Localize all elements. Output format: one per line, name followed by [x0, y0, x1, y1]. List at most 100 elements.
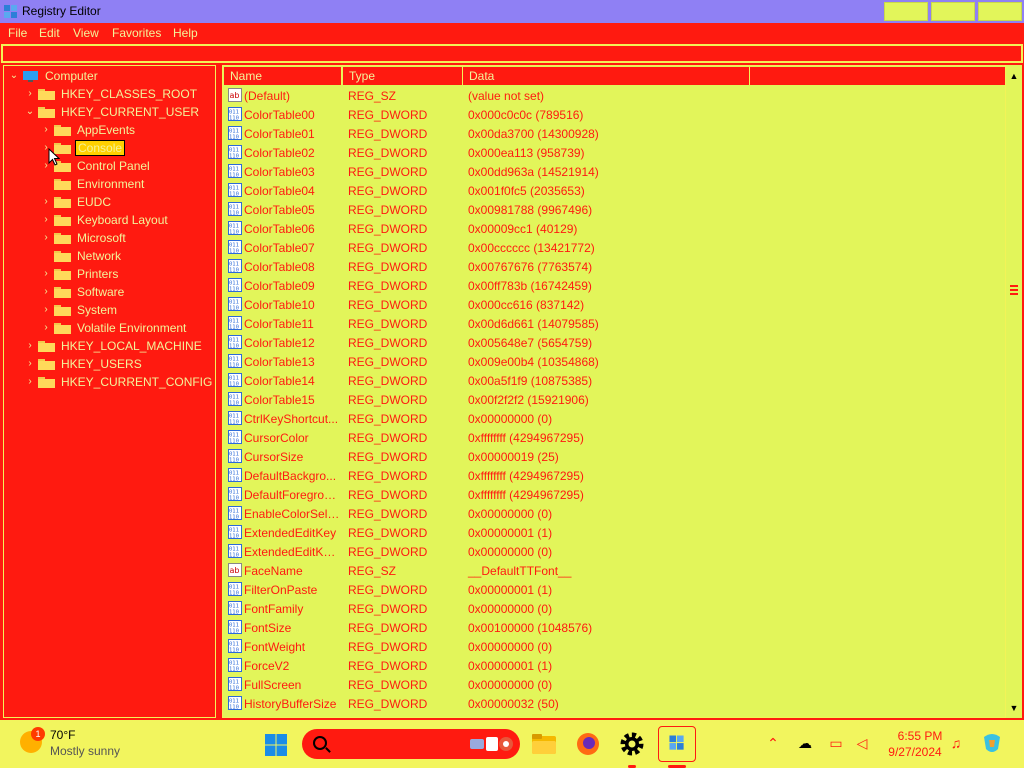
value-row[interactable]: 011 110 FontWeight REG_DWORD 0x00000000 (0) — [223, 637, 1003, 656]
tree-node-hkey-classes-root[interactable]: › HKEY_CLASSES_ROOT — [24, 85, 213, 103]
tree-node-network[interactable]: Network — [40, 247, 213, 265]
value-row[interactable]: 011 110 ColorTable09 REG_DWORD 0x00ff783b (1… — [223, 276, 1003, 295]
tree-node-control-panel[interactable]: › Control Panel — [40, 157, 213, 175]
value-row[interactable]: 011 110 EnableColorSele... REG_DWORD 0x00000… — [223, 504, 1003, 523]
value-row[interactable]: 011 110 ColorTable13 REG_DWORD 0x009e00b4 (1… — [223, 352, 1003, 371]
tree-node-system[interactable]: › System — [40, 301, 213, 319]
file-explorer-icon[interactable] — [528, 728, 560, 760]
value-row[interactable]: ab FaceName REG_SZ __DefaultTTFont__ — [223, 561, 1003, 580]
value-row[interactable]: 011 110 ColorTable02 REG_DWORD 0x000ea113 (9… — [223, 143, 1003, 162]
value-row[interactable]: 011 110 CtrlKeyShortcut... REG_DWORD 0x00000… — [223, 409, 1003, 428]
value-row[interactable]: ab (Default) REG_SZ (value not set) — [223, 86, 1003, 105]
tree-node-software[interactable]: › Software — [40, 283, 213, 301]
value-row[interactable]: 011 110 ColorTable15 REG_DWORD 0x00f2f2f2 (1… — [223, 390, 1003, 409]
tree-node-computer[interactable]: ⌄ Computer — [8, 67, 213, 85]
tree-node-environment[interactable]: Environment — [40, 175, 213, 193]
address-bar[interactable] — [1, 44, 1023, 63]
tree-node-printers[interactable]: › Printers — [40, 265, 213, 283]
start-icon[interactable] — [264, 733, 288, 757]
weather-temp[interactable]: 70°F — [50, 728, 75, 742]
close-button[interactable] — [978, 2, 1022, 21]
copilot-icon[interactable] — [980, 731, 1004, 755]
tree-node-hkey-local-machine[interactable]: › HKEY_LOCAL_MACHINE — [24, 337, 213, 355]
maximize-button[interactable] — [931, 2, 975, 21]
value-row[interactable]: 011 110 ColorTable14 REG_DWORD 0x00a5f1f9 (1… — [223, 371, 1003, 390]
value-row[interactable]: 011 110 FontSize REG_DWORD 0x00100000 (10485… — [223, 618, 1003, 637]
tree-node-keyboard-layout[interactable]: › Keyboard Layout — [40, 211, 213, 229]
chevron-right-icon[interactable]: › — [40, 193, 52, 211]
value-row[interactable]: 011 110 FontFamily REG_DWORD 0x00000000 (0) — [223, 599, 1003, 618]
column-header-type[interactable]: Type — [343, 67, 463, 85]
column-header-name[interactable]: Name — [224, 67, 342, 85]
network-off-icon[interactable]: ☁ — [796, 734, 814, 752]
minimize-button[interactable] — [884, 2, 928, 21]
chevron-right-icon[interactable]: › — [40, 283, 52, 301]
menu-favorites[interactable]: Favorites — [112, 26, 161, 40]
value-row[interactable]: 011 110 ColorTable00 REG_DWORD 0x000c0c0c (7… — [223, 105, 1003, 124]
value-row[interactable]: 011 110 ColorTable10 REG_DWORD 0x000cc616 (8… — [223, 295, 1003, 314]
value-row[interactable]: 011 110 HistoryBufferSize REG_DWORD 0x000000… — [223, 694, 1003, 713]
menu-view[interactable]: View — [73, 26, 99, 40]
value-row[interactable]: 011 110 ColorTable01 REG_DWORD 0x00da3700 (1… — [223, 124, 1003, 143]
svg-text:110: 110 — [229, 154, 239, 160]
tree-node-volatile-environment[interactable]: › Volatile Environment — [40, 319, 213, 337]
tree-node-microsoft[interactable]: › Microsoft — [40, 229, 213, 247]
chevron-right-icon[interactable]: › — [40, 265, 52, 283]
values-scrollbar[interactable]: ▲ ▼ — [1005, 65, 1022, 718]
pane-splitter[interactable] — [217, 65, 221, 718]
chevron-right-icon[interactable]: › — [40, 319, 52, 337]
menu-file[interactable]: File — [8, 26, 27, 40]
menu-edit[interactable]: Edit — [39, 26, 60, 40]
value-row[interactable]: 011 110 ColorTable08 REG_DWORD 0x00767676 (7… — [223, 257, 1003, 276]
notifications-icon[interactable]: ♫ — [947, 734, 965, 752]
display-icon[interactable]: ▭ — [827, 734, 845, 752]
tree-node-hkey-current-user[interactable]: ⌄ HKEY_CURRENT_USER — [24, 103, 213, 121]
chevron-right-icon[interactable]: › — [24, 337, 36, 355]
value-row[interactable]: 011 110 ColorTable06 REG_DWORD 0x00009cc1 (4… — [223, 219, 1003, 238]
value-row[interactable]: 011 110 DefaultBackgro... REG_DWORD 0xffffff… — [223, 466, 1003, 485]
chevron-right-icon[interactable]: › — [40, 229, 52, 247]
weather-condition[interactable]: Mostly sunny — [50, 744, 120, 758]
tree-node-hkey-current-config[interactable]: › HKEY_CURRENT_CONFIG — [24, 373, 213, 391]
chevron-right-icon[interactable]: › — [40, 121, 52, 139]
tree-node-eudc[interactable]: › EUDC — [40, 193, 213, 211]
tree-node-console[interactable]: › Console — [40, 139, 213, 157]
chevron-right-icon[interactable]: › — [40, 211, 52, 229]
registry-editor-taskbar-icon[interactable] — [658, 726, 696, 762]
chevron-down-icon[interactable]: ⌄ — [24, 103, 36, 121]
value-row[interactable]: 011 110 CursorColor REG_DWORD 0xffffffff (42… — [223, 428, 1003, 447]
scroll-thumb[interactable] — [1010, 285, 1018, 295]
chevron-up-icon[interactable]: ⌃ — [764, 734, 782, 752]
value-row[interactable]: 011 110 DefaultForegrou... REG_DWORD 0xfffff… — [223, 485, 1003, 504]
chevron-right-icon[interactable]: › — [24, 85, 36, 103]
clock-date[interactable]: 9/27/2024 — [882, 745, 948, 759]
value-row[interactable]: 011 110 ColorTable03 REG_DWORD 0x00dd963a (1… — [223, 162, 1003, 181]
value-row[interactable]: 011 110 ExtendedEditKey REG_DWORD 0x00000001… — [223, 523, 1003, 542]
column-header-data[interactable]: Data — [463, 67, 750, 85]
chevron-right-icon[interactable]: › — [24, 355, 36, 373]
value-row[interactable]: 011 110 ForceV2 REG_DWORD 0x00000001 (1) — [223, 656, 1003, 675]
value-row[interactable]: 011 110 ColorTable07 REG_DWORD 0x00cccccc (1… — [223, 238, 1003, 257]
value-row[interactable]: 011 110 ExtendedEditKey... REG_DWORD 0x00000… — [223, 542, 1003, 561]
value-row[interactable]: 011 110 FullScreen REG_DWORD 0x00000000 (0) — [223, 675, 1003, 694]
scroll-up-icon[interactable]: ▲ — [1009, 71, 1019, 81]
chevron-right-icon[interactable]: › — [24, 373, 36, 391]
value-row[interactable]: 011 110 ColorTable11 REG_DWORD 0x00d6d661 (1… — [223, 314, 1003, 333]
dword-value-icon: 011110 — [228, 601, 242, 615]
firefox-icon[interactable] — [572, 728, 604, 760]
value-row[interactable]: 011 110 ColorTable05 REG_DWORD 0x00981788 (9… — [223, 200, 1003, 219]
value-row[interactable]: 011 110 CursorSize REG_DWORD 0x00000019 (25) — [223, 447, 1003, 466]
tree-node-hkey-users[interactable]: › HKEY_USERS — [24, 355, 213, 373]
tree-node-appevents[interactable]: › AppEvents — [40, 121, 213, 139]
menu-help[interactable]: Help — [173, 26, 198, 40]
value-row[interactable]: 011 110 FilterOnPaste REG_DWORD 0x00000001 (… — [223, 580, 1003, 599]
settings-icon[interactable] — [616, 728, 648, 760]
clock-time[interactable]: 6:55 PM — [890, 729, 950, 743]
value-row[interactable]: 011 110 ColorTable12 REG_DWORD 0x005648e7 (5… — [223, 333, 1003, 352]
value-row[interactable]: 011 110 ColorTable04 REG_DWORD 0x001f0fc5 (2… — [223, 181, 1003, 200]
value-type: REG_DWORD — [348, 146, 428, 160]
chevron-right-icon[interactable]: › — [40, 301, 52, 319]
scroll-down-icon[interactable]: ▼ — [1009, 703, 1019, 713]
chevron-down-icon[interactable]: ⌄ — [8, 67, 20, 85]
volume-muted-icon[interactable]: ◁ — [853, 734, 871, 752]
